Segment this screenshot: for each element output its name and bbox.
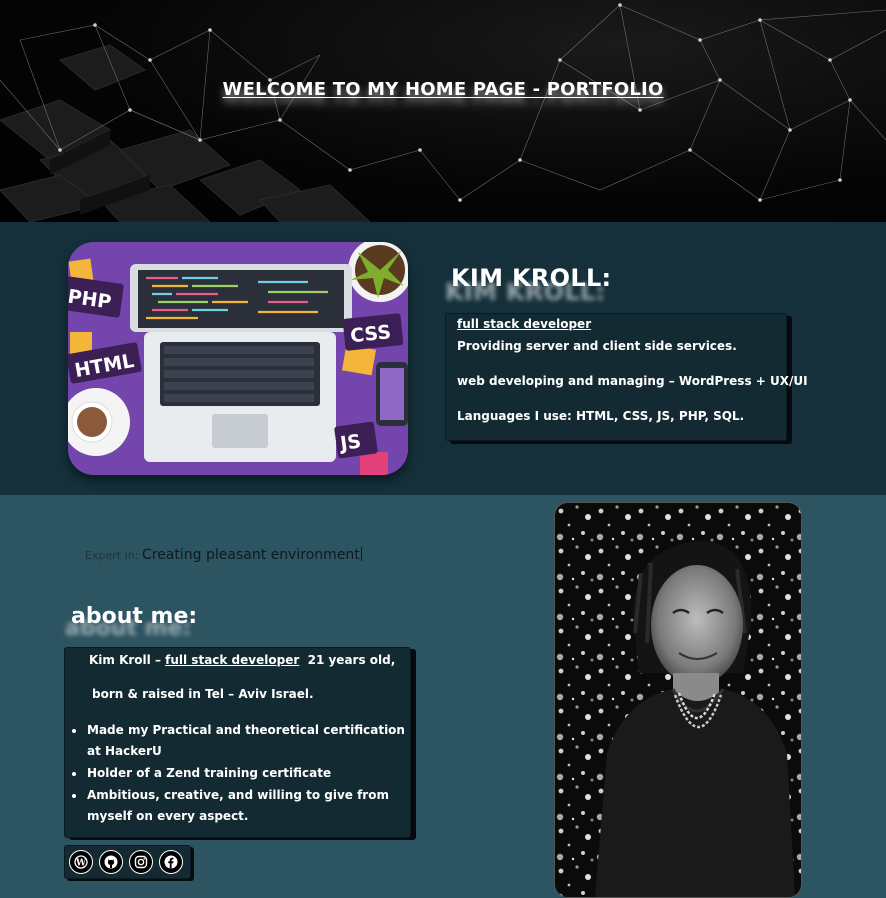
about-intro-suffix: 21 years old, bbox=[299, 653, 396, 667]
intro-line-languages: Languages I use: HTML, CSS, JS, PHP, SQL… bbox=[457, 409, 745, 423]
facebook-link[interactable] bbox=[159, 850, 183, 874]
developer-illustration: PHP HTML CSS JS bbox=[68, 242, 408, 475]
about-intro-line: Kim Kroll – full stack developer 21 year… bbox=[89, 653, 395, 667]
intro-info-box: full stack developer Providing server an… bbox=[445, 313, 808, 441]
hero-banner: WELCOME TO MY HOME PAGE - PORTFOLIO bbox=[0, 0, 886, 222]
name-heading: KIM KROLL: KIM KROLL: bbox=[445, 264, 612, 306]
wordpress-link[interactable]: W bbox=[69, 850, 93, 874]
about-box: Kim Kroll – full stack developer 21 year… bbox=[64, 647, 411, 838]
list-item: Holder of a Zend training certificate bbox=[86, 763, 406, 784]
instagram-link[interactable] bbox=[129, 850, 153, 874]
typing-caret bbox=[360, 547, 362, 561]
network-background bbox=[0, 3, 886, 222]
list-item: Ambitious, creative, and willing to give… bbox=[86, 785, 406, 827]
role-link[interactable]: full stack developer bbox=[457, 317, 591, 331]
expert-value: Creating pleasant environment bbox=[141, 547, 360, 563]
github-icon bbox=[104, 855, 118, 869]
expert-label: Expert In: bbox=[85, 549, 139, 562]
name-heading-text: KIM KROLL: bbox=[451, 264, 612, 292]
hero-title: WELCOME TO MY HOME PAGE - PORTFOLIO bbox=[222, 79, 664, 100]
github-link[interactable] bbox=[99, 850, 123, 874]
social-links-bar: W bbox=[64, 845, 191, 879]
intro-line-web: web developing and managing – WordPress … bbox=[457, 374, 808, 388]
wordpress-icon: W bbox=[74, 855, 88, 869]
svg-text:W: W bbox=[75, 859, 87, 869]
facebook-icon bbox=[164, 855, 178, 869]
js-label: JS bbox=[337, 430, 363, 455]
intro-line-services: Providing server and client side service… bbox=[457, 339, 737, 353]
about-role-link[interactable]: full stack developer bbox=[165, 653, 299, 667]
intro-section: PHP HTML CSS JS KIM KROLL: KIM KROLL: fu… bbox=[0, 222, 886, 495]
about-bullet-list: Made my Practical and theoretical certif… bbox=[65, 720, 406, 828]
about-intro-prefix: Kim Kroll – bbox=[89, 653, 166, 667]
about-heading: about me: about me: bbox=[65, 604, 198, 641]
list-item: Made my Practical and theoretical certif… bbox=[86, 720, 406, 762]
profile-photo bbox=[554, 502, 802, 898]
about-heading-text: about me: bbox=[71, 604, 198, 629]
about-born-line: born & raised in Tel – Aviv Israel. bbox=[92, 687, 314, 701]
expert-in-typewriter: Expert In: Creating pleasant environment bbox=[85, 547, 362, 563]
css-label: CSS bbox=[349, 321, 392, 347]
instagram-icon bbox=[134, 855, 148, 869]
